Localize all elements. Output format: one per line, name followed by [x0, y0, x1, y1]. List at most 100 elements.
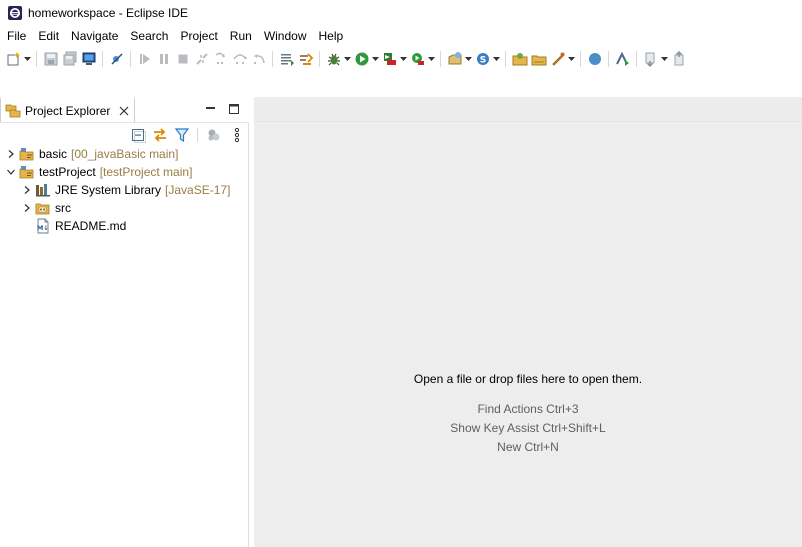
view-menu-icon[interactable]: [229, 127, 245, 143]
save-all-icon[interactable]: [60, 49, 79, 69]
filter-icon[interactable]: [174, 127, 190, 143]
use-step-filters-icon[interactable]: [296, 49, 315, 69]
editor-empty-message: Open a file or drop files here to open t…: [413, 372, 643, 386]
chevron-right-icon[interactable]: [6, 149, 16, 159]
hint-show-key-assist: Show Key Assist Ctrl+Shift+L: [450, 421, 606, 435]
debug-icon[interactable]: [324, 49, 343, 69]
chevron-right-icon[interactable]: [22, 185, 32, 195]
library-icon: [36, 184, 50, 197]
git-branch-decoration: [testProject main]: [99, 165, 193, 179]
menu-bar: File Edit Navigate Search Project Run Wi…: [0, 26, 802, 46]
git-project-icon: [19, 166, 34, 179]
tab-project-explorer-label: Project Explorer: [25, 103, 111, 118]
menu-window[interactable]: Window: [258, 26, 313, 46]
tree-item-jre-system-library[interactable]: JRE System Library [JavaSE-17]: [0, 181, 249, 199]
svg-text:S: S: [479, 56, 485, 66]
step-return-icon[interactable]: [249, 49, 268, 69]
hint-new: New Ctrl+N: [497, 440, 559, 454]
run-dropdown-chevron-icon[interactable]: [371, 49, 380, 69]
menu-edit[interactable]: Edit: [32, 26, 65, 46]
toolbar-separator: [197, 128, 198, 142]
new-wizard-icon[interactable]: [4, 49, 23, 69]
chevron-right-icon[interactable]: [22, 203, 32, 213]
external-tools-icon[interactable]: [408, 49, 427, 69]
search-icon[interactable]: [548, 49, 567, 69]
toolbar-separator: [272, 51, 273, 67]
new-java-project-icon[interactable]: [445, 49, 464, 69]
focus-on-active-task-icon[interactable]: [206, 127, 222, 143]
coverage-dropdown-chevron-icon[interactable]: [399, 49, 408, 69]
next-annotation-dropdown-chevron-icon[interactable]: [660, 49, 669, 69]
save-icon[interactable]: [41, 49, 60, 69]
step-over-icon[interactable]: [230, 49, 249, 69]
close-icon[interactable]: [119, 106, 129, 116]
menu-project[interactable]: Project: [174, 26, 223, 46]
collapse-all-icon[interactable]: [130, 127, 146, 143]
maximize-icon[interactable]: [226, 101, 242, 117]
workbench-area: Project Explorer basic [00_javaBasic mai…: [0, 97, 802, 547]
prev-annotation-icon[interactable]: [669, 49, 688, 69]
minimize-icon[interactable]: [202, 101, 218, 117]
toolbar-separator: [102, 51, 103, 67]
tree-item-label: basic: [39, 147, 68, 161]
tree-item-basic[interactable]: basic [00_javaBasic main]: [0, 145, 249, 163]
project-explorer-toolbar: [0, 122, 249, 146]
step-into-icon[interactable]: [211, 49, 230, 69]
main-toolbar: S: [0, 46, 802, 72]
window-title: homeworkspace - Eclipse IDE: [28, 6, 189, 20]
link-with-editor-icon[interactable]: [152, 127, 168, 143]
disconnect-icon[interactable]: [192, 49, 211, 69]
coverage-icon[interactable]: [380, 49, 399, 69]
new-java-package-dropdown-chevron-icon[interactable]: [492, 49, 501, 69]
git-project-icon: [19, 148, 34, 161]
toolbar-separator: [440, 51, 441, 67]
menu-run[interactable]: Run: [224, 26, 258, 46]
project-tree: basic [00_javaBasic main] testProject [t…: [0, 145, 249, 235]
search-dropdown-chevron-icon[interactable]: [567, 49, 576, 69]
new-java-package-icon[interactable]: S: [473, 49, 492, 69]
project-explorer-view: Project Explorer basic [00_javaBasic mai…: [0, 97, 249, 547]
open-task-icon[interactable]: [529, 49, 548, 69]
external-tools-dropdown-chevron-icon[interactable]: [427, 49, 436, 69]
menu-help[interactable]: Help: [313, 26, 350, 46]
next-annotation-icon[interactable]: [641, 49, 660, 69]
git-branch-decoration: [00_javaBasic main]: [71, 147, 179, 161]
toolbar-separator: [36, 51, 37, 67]
tree-item-src[interactable]: src: [0, 199, 249, 217]
toolbar-separator: [130, 51, 131, 67]
terminate-icon[interactable]: [173, 49, 192, 69]
tree-item-label: src: [55, 201, 71, 215]
terminal-icon[interactable]: [79, 49, 98, 69]
toolbar-separator: [636, 51, 637, 67]
source-folder-icon: [35, 203, 50, 215]
chevron-down-icon[interactable]: [6, 167, 16, 177]
tree-item-label: README.md: [55, 219, 127, 233]
editor-area[interactable]: Open a file or drop files here to open t…: [254, 97, 802, 547]
open-type-icon[interactable]: [510, 49, 529, 69]
skip-breakpoints-icon[interactable]: [107, 49, 126, 69]
suspend-icon[interactable]: [154, 49, 173, 69]
markdown-file-icon: M↓: [37, 218, 49, 234]
svg-text:M↓: M↓: [37, 224, 49, 232]
new-dropdown-chevron-icon[interactable]: [23, 49, 32, 69]
tree-item-testproject[interactable]: testProject [testProject main]: [0, 163, 249, 181]
web-browser-icon[interactable]: [585, 49, 604, 69]
menu-search[interactable]: Search: [124, 26, 174, 46]
menu-file[interactable]: File: [0, 26, 32, 46]
toolbar-separator: [608, 51, 609, 67]
title-bar: homeworkspace - Eclipse IDE: [0, 0, 802, 26]
eclipse-app-icon: [8, 6, 22, 20]
run-icon[interactable]: [352, 49, 371, 69]
toolbar-separator: [319, 51, 320, 67]
project-explorer-icon: [5, 104, 21, 117]
tree-item-label: testProject: [39, 165, 96, 179]
debug-dropdown-chevron-icon[interactable]: [343, 49, 352, 69]
jre-version-decoration: [JavaSE-17]: [165, 183, 231, 197]
resume-icon[interactable]: [135, 49, 154, 69]
new-java-project-dropdown-chevron-icon[interactable]: [464, 49, 473, 69]
tree-item-readme[interactable]: M↓ README.md: [0, 217, 249, 235]
menu-navigate[interactable]: Navigate: [65, 26, 124, 46]
tab-project-explorer[interactable]: Project Explorer: [0, 97, 135, 122]
drop-to-frame-icon[interactable]: [277, 49, 296, 69]
git-icon[interactable]: [613, 49, 632, 69]
